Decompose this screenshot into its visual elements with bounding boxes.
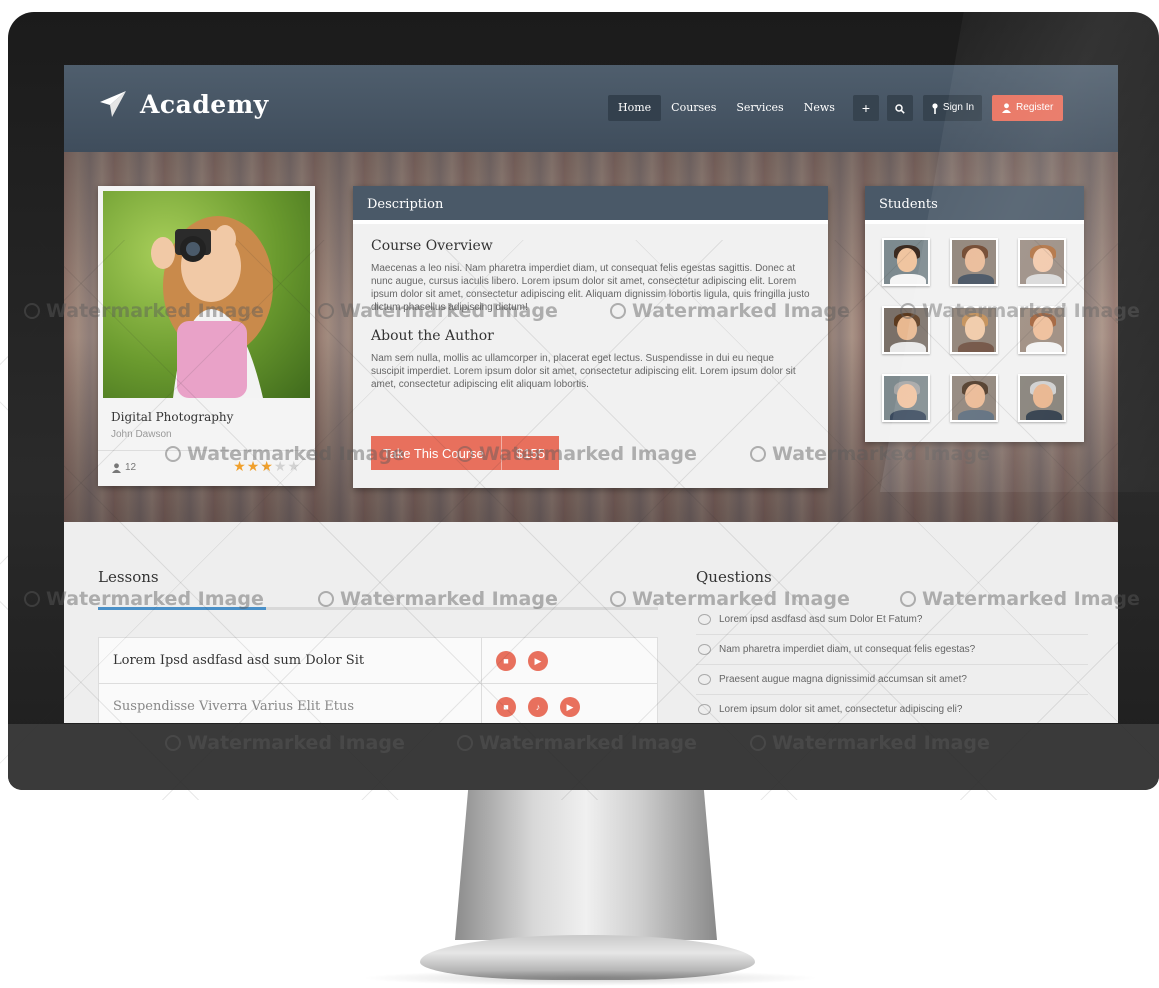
screen: Academy Home Courses Services News + Sig… xyxy=(64,65,1118,723)
course-photo xyxy=(103,191,310,398)
description-header: Description xyxy=(353,186,828,224)
lesson-name[interactable]: Lorem Ipsd asdfasd asd sum Dolor Sit xyxy=(99,638,482,683)
course-price: $155 xyxy=(516,445,545,461)
search-button[interactable] xyxy=(886,95,913,121)
student-avatar[interactable] xyxy=(1018,374,1066,422)
rating-stars: ★★★★★ xyxy=(233,458,301,475)
play-icon[interactable]: ▶ xyxy=(560,697,580,717)
plus-icon: + xyxy=(861,100,870,116)
site-logo[interactable]: Academy xyxy=(98,89,269,119)
nav-item-services[interactable]: Services xyxy=(726,95,793,121)
user-icon xyxy=(1002,103,1012,113)
photographer-image xyxy=(151,216,273,398)
questions-title: Questions xyxy=(696,568,772,586)
table-row[interactable]: Lorem Ipsd asdfasd asd sum Dolor Sit ■ ▶ xyxy=(99,638,657,684)
student-count: 12 xyxy=(112,462,136,473)
lesson-name[interactable]: Suspendisse Viverra Varius Elit Etus xyxy=(99,684,482,723)
speech-bubble-icon xyxy=(698,704,711,715)
lessons-progress-fill xyxy=(98,607,266,610)
lessons-progress-bar xyxy=(98,607,658,610)
star-empty-icon: ★ xyxy=(273,458,288,474)
student-avatars xyxy=(882,238,1066,422)
music-icon[interactable]: ♪ xyxy=(528,697,548,717)
students-header: Students xyxy=(865,186,1084,224)
document-icon[interactable]: ■ xyxy=(496,650,516,671)
student-avatar[interactable] xyxy=(1018,306,1066,354)
nav-item-home[interactable]: Home xyxy=(608,95,662,121)
main-nav: Home Courses Services News + Sign In Reg… xyxy=(608,95,1064,121)
lesson-media-icons: ■ ▶ xyxy=(482,638,657,683)
nav-item-news[interactable]: News xyxy=(794,95,845,121)
question-text[interactable]: Lorem ipsum dolor sit amet, consectetur … xyxy=(719,704,962,715)
student-count-value: 12 xyxy=(125,462,137,473)
sign-in-button[interactable]: Sign In xyxy=(922,95,983,121)
student-avatar[interactable] xyxy=(950,306,998,354)
question-text[interactable]: Nam pharetra imperdiet diam, ut consequa… xyxy=(719,644,975,655)
card-divider xyxy=(98,450,315,451)
key-icon xyxy=(932,102,938,114)
nav-item-courses[interactable]: Courses xyxy=(661,95,726,121)
list-item[interactable]: Lorem ipsum dolor sit amet, consectetur … xyxy=(696,695,1088,723)
course-author: John Dawson xyxy=(111,429,172,440)
student-avatar[interactable] xyxy=(950,374,998,422)
course-overview-text: Maecenas a leo nisi. Nam pharetra imperd… xyxy=(371,263,810,313)
speech-bubble-icon xyxy=(698,674,711,685)
take-course-label: Take This Course xyxy=(383,445,484,461)
student-avatar[interactable] xyxy=(882,238,930,286)
paper-plane-icon xyxy=(100,91,126,117)
list-item[interactable]: Lorem ipsd asdfasd asd sum Dolor Et Fatu… xyxy=(696,605,1088,635)
play-icon[interactable]: ▶ xyxy=(528,650,548,671)
document-icon[interactable]: ■ xyxy=(496,697,516,717)
question-text[interactable]: Praesent augue magna dignissimid accumsa… xyxy=(719,674,967,685)
student-avatar[interactable] xyxy=(882,306,930,354)
search-icon xyxy=(895,104,905,114)
course-card[interactable]: Digital Photography John Dawson 12 ★★★★★ xyxy=(98,186,315,486)
lessons-title: Lessons xyxy=(98,568,159,586)
star-empty-icon: ★ xyxy=(287,458,301,474)
questions-list: Lorem ipsd asdfasd asd sum Dolor Et Fatu… xyxy=(696,605,1088,723)
about-author-title: About the Author xyxy=(371,328,494,344)
sign-in-label: Sign In xyxy=(942,102,975,113)
take-course-button[interactable]: Take This Course $155 xyxy=(371,436,559,470)
student-avatar[interactable] xyxy=(882,374,930,422)
course-overview-title: Course Overview xyxy=(371,238,493,254)
student-avatar[interactable] xyxy=(950,238,998,286)
lesson-media-icons: ■ ♪ ▶ xyxy=(482,684,657,723)
register-label: Register xyxy=(1016,102,1054,113)
question-text[interactable]: Lorem ipsd asdfasd asd sum Dolor Et Fatu… xyxy=(719,614,922,625)
site-name: Academy xyxy=(140,89,269,119)
monitor-chin xyxy=(8,724,1159,790)
students-panel: Students xyxy=(865,186,1084,442)
star-filled-icon: ★ xyxy=(246,458,261,474)
register-button[interactable]: Register xyxy=(992,95,1064,121)
list-item[interactable]: Praesent augue magna dignissimid accumsa… xyxy=(696,665,1088,695)
list-item[interactable]: Nam pharetra imperdiet diam, ut consequa… xyxy=(696,635,1088,665)
base-shadow xyxy=(360,970,820,986)
table-row[interactable]: Suspendisse Viverra Varius Elit Etus ■ ♪… xyxy=(99,684,657,723)
lessons-table: Lorem Ipsd asdfasd asd sum Dolor Sit ■ ▶… xyxy=(98,637,658,723)
course-title[interactable]: Digital Photography xyxy=(111,410,233,424)
plus-button[interactable]: + xyxy=(852,95,879,121)
monitor-stand xyxy=(455,790,717,940)
description-panel: Description Course Overview Maecenas a l… xyxy=(353,186,828,488)
speech-bubble-icon xyxy=(698,614,711,625)
speech-bubble-icon xyxy=(698,644,711,655)
user-icon xyxy=(112,462,121,473)
student-avatar[interactable] xyxy=(1018,238,1066,286)
about-author-text: Nam sem nulla, mollis ac ullamcorper in,… xyxy=(371,353,796,390)
top-navigation-bar: Academy Home Courses Services News + Sig… xyxy=(64,65,1118,152)
star-filled-icon: ★ xyxy=(233,458,247,474)
star-filled-icon: ★ xyxy=(260,458,274,474)
